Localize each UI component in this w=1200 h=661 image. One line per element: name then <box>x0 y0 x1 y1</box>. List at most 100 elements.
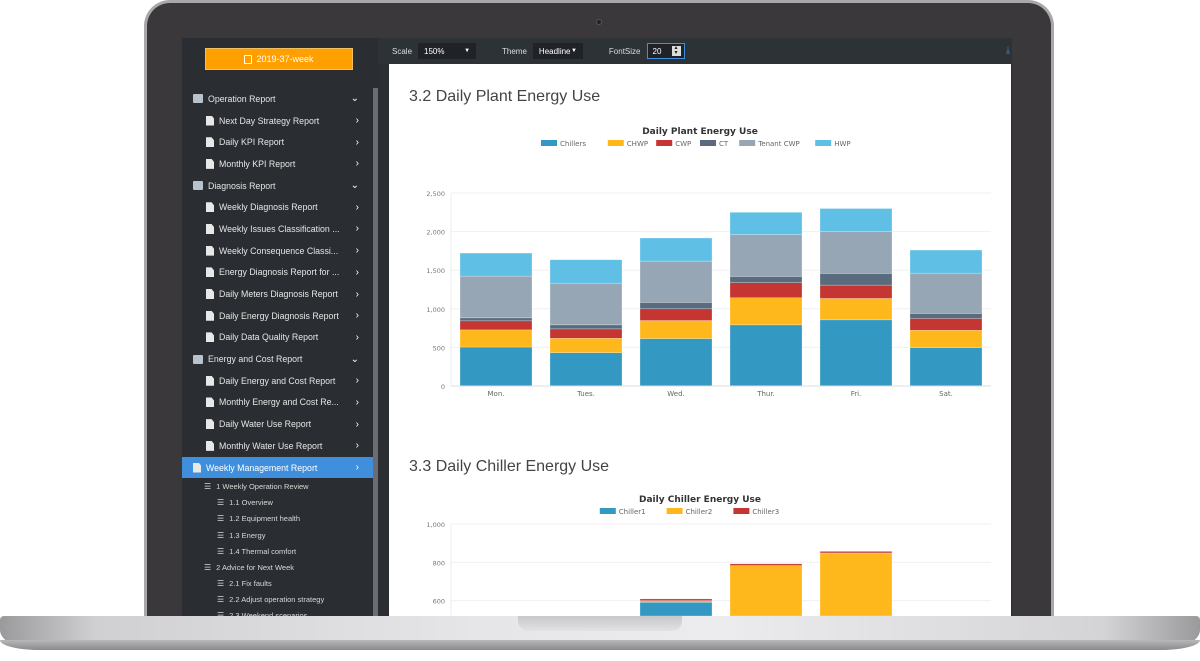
spinner-icon[interactable]: ▴ ▾ <box>671 45 681 56</box>
toc-item[interactable]: ☰ 2.1 Fix faults <box>182 576 373 592</box>
menu-item[interactable]: Daily Data Quality Report › <box>182 327 373 349</box>
legend-label[interactable]: Tenant CWP <box>757 140 800 148</box>
bar-segment-chwp[interactable] <box>459 329 533 348</box>
menu-item[interactable]: Monthly Energy and Cost Re... › <box>182 392 373 414</box>
bar-segment-chillers[interactable] <box>729 324 803 387</box>
scale-select[interactable]: 150% ▼ <box>418 43 477 59</box>
bar-segment-cwp[interactable] <box>639 308 713 321</box>
menu-item[interactable]: Monthly Water Use Report › <box>182 435 373 457</box>
bar-segment-hwp[interactable] <box>549 259 623 284</box>
bar-segment-ct[interactable] <box>549 324 623 330</box>
bar-segment-chillers[interactable] <box>819 319 893 387</box>
bar-segment-chiller3[interactable] <box>729 563 803 566</box>
toc-item[interactable]: ☰ 1 Weekly Operation Review <box>182 478 373 494</box>
legend-label[interactable]: Chiller1 <box>619 508 646 516</box>
toc-item[interactable]: ☰ 1.4 Thermal comfort <box>182 543 373 559</box>
menu-item[interactable]: Daily Water Use Report › <box>182 413 373 435</box>
menu-item[interactable]: Next Day Strategy Report › <box>182 110 373 132</box>
x-tick-label: Tues. <box>576 390 595 398</box>
document-icon <box>206 223 214 234</box>
bar-segment-ct[interactable] <box>729 276 803 283</box>
bar-segment-chillers[interactable] <box>639 338 713 387</box>
menu-item[interactable]: Weekly Diagnosis Report › <box>182 196 373 218</box>
bar-segment-cwp[interactable] <box>909 318 983 331</box>
bar-segment-cwp[interactable] <box>729 282 803 299</box>
toc-item[interactable]: ☰ 1.2 Equipment health <box>182 511 373 527</box>
legend-label[interactable]: HWP <box>834 140 850 148</box>
screen: 2019-37-week Operation Report ⌄ Next Day S… <box>182 38 1012 618</box>
sidebar: 2019-37-week Operation Report ⌄ Next Day S… <box>182 38 378 618</box>
chevron-right-icon: › <box>355 158 359 170</box>
bar-segment-chwp[interactable] <box>639 320 713 339</box>
legend-swatch <box>656 140 673 146</box>
bar-segment-chiller3[interactable] <box>639 598 713 601</box>
bar-segment-hwp[interactable] <box>909 249 983 274</box>
menu-item[interactable]: Daily Energy and Cost Report › <box>182 370 373 392</box>
menu-group[interactable]: Diagnosis Report ⌄ <box>182 175 373 197</box>
menu-item[interactable]: Daily Energy Diagnosis Report › <box>182 305 373 327</box>
chevron-right-icon: › <box>355 266 359 278</box>
fontsize-stepper[interactable]: 20 ▴ ▾ <box>646 43 685 59</box>
bar-segment-chiller2[interactable] <box>729 565 803 616</box>
menu-item-active[interactable]: Weekly Management Report › <box>182 456 373 479</box>
week-picker-button[interactable]: 2019-37-week <box>205 48 353 70</box>
legend-label[interactable]: Chiller3 <box>752 508 779 516</box>
bar-segment-tenant-cwp[interactable] <box>549 282 623 326</box>
legend-swatch <box>607 140 624 146</box>
download-icon[interactable]: ⤓ <box>1006 45 1010 56</box>
toc-item[interactable]: ☰ 1.3 Energy <box>182 527 373 543</box>
bar-segment-ct[interactable] <box>819 273 893 286</box>
bar-segment-tenant-cwp[interactable] <box>819 231 893 274</box>
bar-segment-chiller1[interactable] <box>639 601 713 616</box>
menu-item-label: Weekly Issues Classification ... <box>219 223 340 234</box>
bar-segment-hwp[interactable] <box>639 237 713 262</box>
bar-segment-tenant-cwp[interactable] <box>909 272 983 314</box>
bar-segment-tenant-cwp[interactable] <box>639 260 713 303</box>
legend-label[interactable]: CT <box>719 140 729 148</box>
legend-label[interactable]: Chiller2 <box>686 508 713 516</box>
bar-segment-chiller3[interactable] <box>819 551 893 554</box>
bar-segment-ct[interactable] <box>909 313 983 319</box>
x-tick-label: Thur. <box>756 390 775 398</box>
menu-group[interactable]: Energy and Cost Report ⌄ <box>182 348 373 370</box>
chiller-energy-chart: Daily Chiller Energy Use Chiller1 Chiller2… <box>426 495 991 616</box>
menu-group[interactable]: Operation Report ⌄ <box>182 88 373 110</box>
chevron-right-icon: › <box>355 201 359 213</box>
legend-label[interactable]: CWP <box>675 140 691 148</box>
legend-label[interactable]: CHWP <box>627 140 648 148</box>
toc-item[interactable]: ☰ 2.2 Adjust operation strategy <box>182 592 373 608</box>
bar-segment-chillers[interactable] <box>909 347 983 387</box>
menu-item[interactable]: Weekly Issues Classification ... › <box>182 218 373 240</box>
menu-item[interactable]: Monthly KPI Report › <box>182 153 373 175</box>
menu-item[interactable]: Daily KPI Report › <box>182 131 373 153</box>
toc-item[interactable]: ☰ 1.1 Overview <box>182 495 373 511</box>
fontsize-label: FontSize <box>608 46 641 56</box>
menu-item[interactable]: Weekly Consequence Classi... › <box>182 240 373 262</box>
sidebar-scrollbar[interactable] <box>373 88 378 618</box>
legend-label[interactable]: Chillers <box>560 140 586 148</box>
toc-item[interactable]: ☰ 2 Advice for Next Week <box>182 559 373 575</box>
bar-segment-chwp[interactable] <box>819 298 893 321</box>
menu-item[interactable]: Energy Diagnosis Report for ... › <box>182 262 373 284</box>
menu-item[interactable]: Daily Meters Diagnosis Report › <box>182 283 373 305</box>
bar-segment-chillers[interactable] <box>549 352 623 387</box>
bar-segment-chillers[interactable] <box>459 346 533 387</box>
bar-segment-tenant-cwp[interactable] <box>729 234 803 277</box>
bar-segment-hwp[interactable] <box>459 252 533 277</box>
bar-segment-chiller2[interactable] <box>819 552 893 616</box>
bar-segment-cwp[interactable] <box>819 284 893 299</box>
bar-segment-ct[interactable] <box>639 302 713 310</box>
bar-segment-cwp[interactable] <box>549 328 623 339</box>
bar-segment-cwp[interactable] <box>459 320 533 331</box>
bar-segment-chwp[interactable] <box>549 338 623 353</box>
bar-segment-tenant-cwp[interactable] <box>459 275 533 319</box>
bar-segment-hwp[interactable] <box>729 212 803 235</box>
document-icon <box>206 332 214 343</box>
document-icon <box>206 115 214 126</box>
theme-select[interactable]: Headline ▼ <box>532 43 583 59</box>
y-tick-label: 1,500 <box>426 267 445 275</box>
bar-segment-chwp[interactable] <box>909 330 983 348</box>
bar-segment-chwp[interactable] <box>729 297 803 326</box>
bar-segment-ct[interactable] <box>459 317 533 322</box>
bar-segment-hwp[interactable] <box>819 208 893 232</box>
